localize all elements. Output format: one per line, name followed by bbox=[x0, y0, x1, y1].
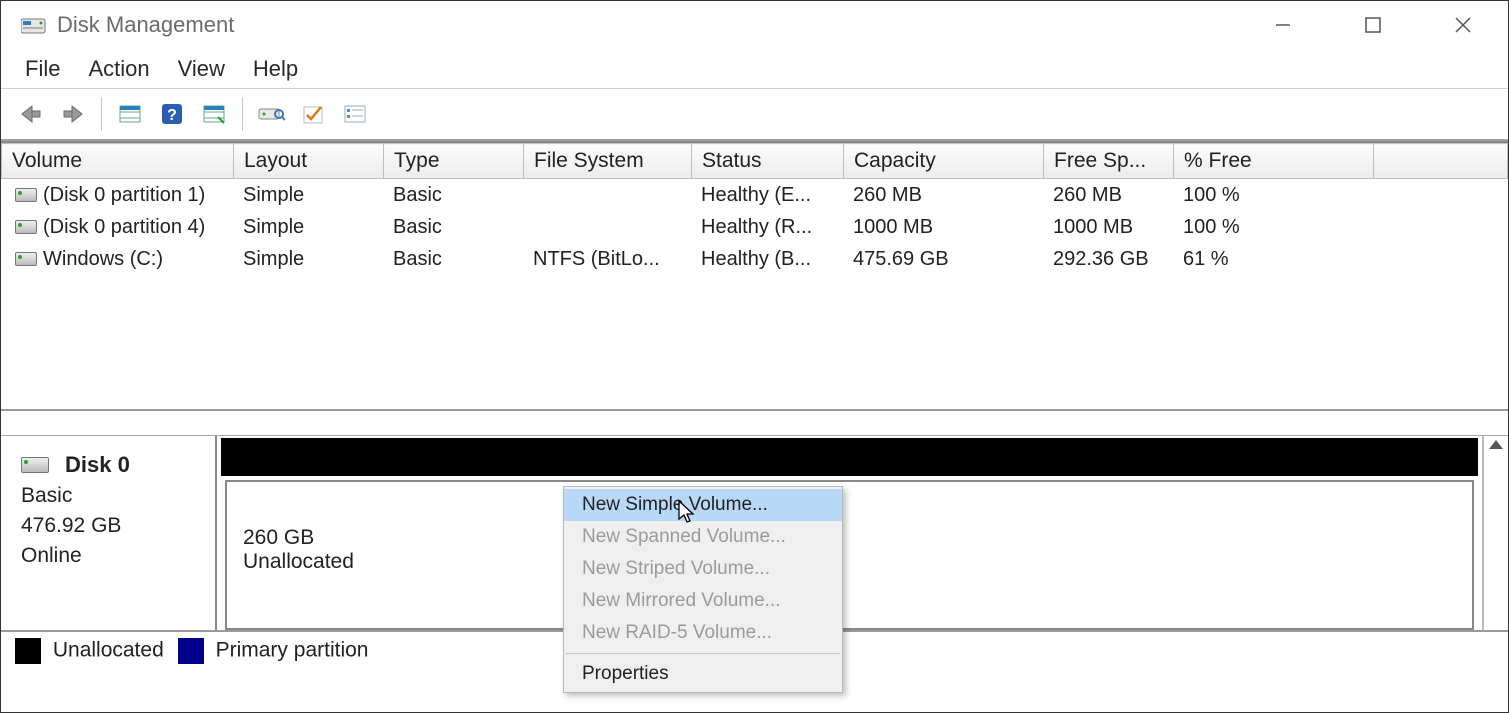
cell-pct: 100 % bbox=[1173, 179, 1373, 211]
toolbar: ? bbox=[1, 89, 1508, 141]
drive-icon bbox=[15, 220, 37, 234]
cell-pct: 100 % bbox=[1173, 211, 1373, 243]
drive-icon bbox=[15, 252, 37, 266]
cell-status: Healthy (R... bbox=[691, 211, 843, 243]
cell-type: Basic bbox=[383, 179, 523, 211]
toolbar-separator bbox=[101, 97, 102, 131]
ctx-new-simple-volume[interactable]: New Simple Volume... bbox=[564, 489, 842, 521]
maximize-button[interactable] bbox=[1328, 2, 1418, 48]
disk-state-label: Online bbox=[21, 544, 203, 568]
cell-status: Healthy (E... bbox=[691, 179, 843, 211]
col-pct[interactable]: % Free bbox=[1174, 144, 1374, 179]
col-layout[interactable]: Layout bbox=[234, 144, 384, 179]
ctx-new-mirrored-volume: New Mirrored Volume... bbox=[564, 585, 842, 617]
connect-icon[interactable] bbox=[253, 96, 289, 132]
table-row[interactable]: (Disk 0 partition 1) Simple Basic Health… bbox=[1, 179, 1508, 211]
cursor-icon bbox=[677, 499, 697, 531]
disk-type-label: Basic bbox=[21, 484, 203, 508]
back-icon[interactable] bbox=[13, 96, 49, 132]
legend-primary: Primary partition bbox=[216, 639, 369, 662]
cell-capacity: 475.69 GB bbox=[843, 243, 1043, 275]
titlebar: Disk Management bbox=[1, 1, 1508, 49]
disk-map: 260 GB Unallocated bbox=[217, 436, 1482, 630]
disk-header[interactable]: Disk 0 Basic 476.92 GB Online bbox=[1, 436, 217, 630]
cell-pct: 61 % bbox=[1173, 243, 1373, 275]
toolbar-separator bbox=[242, 97, 243, 131]
col-fs[interactable]: File System bbox=[524, 144, 692, 179]
cell-volume: Windows (C:) bbox=[43, 248, 163, 270]
window-title: Disk Management bbox=[57, 12, 234, 38]
col-capacity[interactable]: Capacity bbox=[844, 144, 1044, 179]
menu-view[interactable]: View bbox=[178, 54, 225, 84]
ctx-separator bbox=[566, 653, 840, 654]
partition-size: 260 GB bbox=[243, 526, 1456, 550]
drive-icon bbox=[15, 188, 37, 202]
ctx-new-striped-volume: New Striped Volume... bbox=[564, 553, 842, 585]
table-row[interactable]: (Disk 0 partition 4) Simple Basic Health… bbox=[1, 211, 1508, 243]
ctx-new-spanned-volume: New Spanned Volume... bbox=[564, 521, 842, 553]
cell-free: 260 MB bbox=[1043, 179, 1173, 211]
disk-size-label: 476.92 GB bbox=[21, 514, 203, 538]
context-menu: New Simple Volume... New Spanned Volume.… bbox=[563, 486, 843, 693]
grid-header-row: Volume Layout Type File System Status Ca… bbox=[2, 144, 1508, 179]
disk-icon bbox=[21, 457, 49, 473]
cell-free: 292.36 GB bbox=[1043, 243, 1173, 275]
cell-fs bbox=[523, 179, 691, 211]
scrollbar[interactable] bbox=[1482, 436, 1508, 630]
col-spacer bbox=[1374, 144, 1508, 179]
volume-grid: Volume Layout Type File System Status Ca… bbox=[1, 141, 1508, 409]
col-free[interactable]: Free Sp... bbox=[1044, 144, 1174, 179]
ctx-properties[interactable]: Properties bbox=[564, 658, 842, 690]
swatch-unallocated bbox=[15, 638, 41, 664]
disk-name-label: Disk 0 bbox=[65, 452, 130, 478]
close-button[interactable] bbox=[1418, 2, 1508, 48]
col-status[interactable]: Status bbox=[692, 144, 844, 179]
table-view2-icon[interactable] bbox=[196, 96, 232, 132]
cell-type: Basic bbox=[383, 243, 523, 275]
cell-volume: (Disk 0 partition 1) bbox=[43, 184, 205, 206]
app-icon bbox=[21, 16, 47, 34]
table-row[interactable]: Windows (C:) Simple Basic NTFS (BitLo...… bbox=[1, 243, 1508, 275]
cell-volume: (Disk 0 partition 4) bbox=[43, 216, 205, 238]
cell-layout: Simple bbox=[233, 243, 383, 275]
ctx-new-raid5-volume: New RAID-5 Volume... bbox=[564, 617, 842, 649]
cell-type: Basic bbox=[383, 211, 523, 243]
col-type[interactable]: Type bbox=[384, 144, 524, 179]
cell-capacity: 260 MB bbox=[843, 179, 1043, 211]
menu-action[interactable]: Action bbox=[88, 54, 149, 84]
svg-text:?: ? bbox=[167, 107, 177, 124]
cell-free: 1000 MB bbox=[1043, 211, 1173, 243]
partition-unallocated[interactable]: 260 GB Unallocated bbox=[225, 480, 1474, 630]
cell-fs bbox=[523, 211, 691, 243]
table-view-icon[interactable] bbox=[112, 96, 148, 132]
cell-layout: Simple bbox=[233, 211, 383, 243]
scroll-up-icon[interactable] bbox=[1489, 440, 1503, 449]
legend-unallocated: Unallocated bbox=[53, 639, 164, 662]
cell-fs: NTFS (BitLo... bbox=[523, 243, 691, 275]
menu-help[interactable]: Help bbox=[253, 54, 298, 84]
menu-file[interactable]: File bbox=[25, 54, 60, 84]
list-icon[interactable] bbox=[337, 96, 373, 132]
col-volume[interactable]: Volume bbox=[2, 144, 234, 179]
cell-status: Healthy (B... bbox=[691, 243, 843, 275]
help-icon[interactable]: ? bbox=[154, 96, 190, 132]
swatch-primary bbox=[178, 638, 204, 664]
minimize-button[interactable] bbox=[1238, 2, 1328, 48]
menubar: File Action View Help bbox=[1, 49, 1508, 89]
partition-label: Unallocated bbox=[243, 550, 1456, 574]
panel-splitter[interactable] bbox=[1, 409, 1508, 435]
window-controls bbox=[1238, 1, 1508, 49]
forward-icon[interactable] bbox=[55, 96, 91, 132]
cell-capacity: 1000 MB bbox=[843, 211, 1043, 243]
cell-layout: Simple bbox=[233, 179, 383, 211]
disk-stripe bbox=[221, 438, 1478, 476]
check-icon[interactable] bbox=[295, 96, 331, 132]
